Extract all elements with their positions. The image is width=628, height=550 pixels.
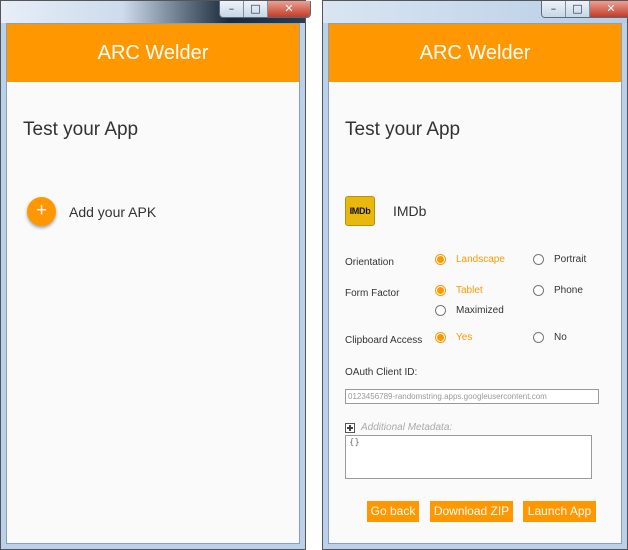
radio-dot [533, 285, 544, 296]
additional-metadata-textarea[interactable]: {} [345, 435, 592, 479]
maximize-button[interactable]: □ [566, 1, 590, 17]
launch-app-button[interactable]: Launch App [523, 501, 596, 522]
orientation-label: Orientation [345, 257, 394, 268]
imdb-icon-text: IMDb [349, 206, 371, 216]
maximize-button[interactable]: □ [244, 1, 268, 17]
right-window: – □ ✕ ARC Welder Test your App IMDb IMDb… [322, 0, 628, 550]
form-factor-maximized-radio[interactable]: Maximized [435, 305, 504, 316]
left-page-heading: Test your App [23, 119, 139, 140]
right-app-bar-title: ARC Welder [329, 24, 621, 82]
close-button[interactable]: ✕ [268, 1, 310, 17]
radio-label: Tablet [456, 285, 483, 296]
right-page-heading: Test your App [345, 119, 461, 140]
left-window-controls: – □ ✕ [219, 1, 311, 18]
radio-dot [435, 332, 446, 343]
go-back-button[interactable]: Go back [367, 501, 419, 522]
left-window: – □ ✕ ARC Welder Test your App + Add you… [0, 0, 311, 550]
add-apk-label[interactable]: Add your APK [69, 204, 156, 220]
radio-label: Landscape [456, 254, 505, 265]
form-factor-label: Form Factor [345, 288, 400, 299]
right-window-controls: – □ ✕ [541, 1, 628, 18]
radio-dot [533, 254, 544, 265]
imdb-app-icon: IMDb [345, 196, 375, 226]
orientation-landscape-radio[interactable]: Landscape [435, 254, 505, 265]
form-factor-tablet-radio[interactable]: Tablet [435, 285, 483, 296]
minimize-button[interactable]: – [220, 1, 244, 17]
oauth-client-id-input[interactable]: 0123456789-randomstring.apps.googleuserc… [345, 389, 599, 404]
right-client-area: ARC Welder Test your App IMDb IMDb Orien… [328, 23, 622, 544]
add-apk-row[interactable]: + Add your APK [27, 197, 156, 226]
left-client-area: ARC Welder Test your App + Add your APK [6, 23, 300, 544]
expand-plus-icon[interactable] [345, 422, 355, 433]
clipboard-access-label: Clipboard Access [345, 335, 423, 346]
app-name: IMDb [393, 203, 427, 219]
form-factor-phone-radio[interactable]: Phone [533, 285, 583, 296]
additional-metadata-toggle[interactable]: Additional Metadata: [345, 422, 452, 433]
close-button[interactable]: ✕ [590, 1, 628, 17]
radio-label: Maximized [456, 305, 504, 316]
download-zip-button[interactable]: Download ZIP [430, 501, 513, 522]
radio-label: No [554, 332, 567, 343]
selected-app-row: IMDb IMDb [345, 196, 426, 226]
clipboard-yes-radio[interactable]: Yes [435, 332, 472, 343]
left-app-bar-title: ARC Welder [7, 24, 299, 82]
radio-dot [435, 254, 446, 265]
radio-label: Yes [456, 332, 473, 343]
radio-dot [435, 305, 446, 316]
orientation-portrait-radio[interactable]: Portrait [533, 254, 586, 265]
radio-dot [533, 332, 544, 343]
radio-label: Portrait [554, 254, 587, 265]
oauth-client-id-label: OAuth Client ID: [345, 367, 418, 378]
radio-label: Phone [554, 285, 583, 296]
add-apk-button[interactable]: + [27, 197, 56, 226]
additional-metadata-label: Additional Metadata: [361, 422, 453, 433]
radio-dot [435, 285, 446, 296]
minimize-button[interactable]: – [542, 1, 566, 17]
clipboard-no-radio[interactable]: No [533, 332, 567, 343]
